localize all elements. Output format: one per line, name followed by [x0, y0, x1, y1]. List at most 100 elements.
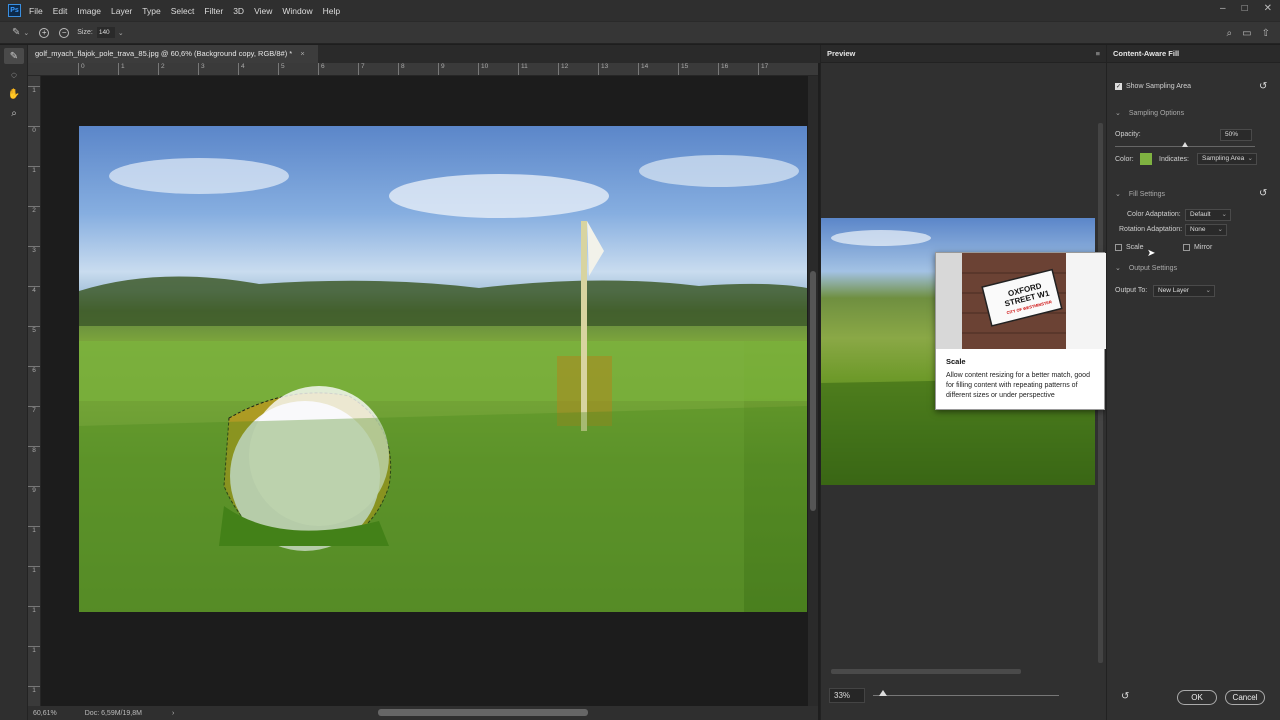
document-tab[interactable]: golf_myach_flajok_pole_trava_85.jpg @ 60… [28, 45, 318, 63]
preview-zoom-slider[interactable] [873, 695, 1059, 696]
scale-checkbox[interactable] [1115, 244, 1122, 251]
indicates-dropdown[interactable]: Sampling Area ⌄ [1197, 153, 1257, 165]
add-brush-mode-icon[interactable]: + [39, 27, 50, 38]
menu-layer[interactable]: Layer [111, 6, 132, 16]
opacity-slider-thumb[interactable] [1182, 142, 1188, 147]
menu-edit[interactable]: Edit [53, 6, 68, 16]
workspace-icon[interactable]: ▭ [1242, 28, 1251, 39]
preview-zoom-thumb[interactable] [879, 690, 887, 696]
indicates-value: Sampling Area [1202, 155, 1245, 162]
rotation-adaptation-dropdown[interactable]: None ⌄ [1185, 224, 1227, 236]
preview-horizontal-scrollbar[interactable] [831, 668, 1095, 676]
horizontal-ruler: 0 1 2 3 4 5 6 7 8 9 10 11 12 13 14 15 16… [28, 63, 818, 76]
mirror-row[interactable]: Mirror [1183, 244, 1212, 251]
show-sampling-area-label: Show Sampling Area [1126, 83, 1191, 90]
golf-scene-drawing [79, 155, 807, 612]
ok-button[interactable]: OK [1177, 690, 1217, 705]
scroll-thumb[interactable] [810, 271, 816, 511]
horizontal-scroll-thumb[interactable] [378, 709, 588, 716]
menu-type[interactable]: Type [142, 6, 160, 16]
menu-bar: Ps File Edit Image Layer Type Select Fil… [0, 0, 1280, 21]
menu-view[interactable]: View [254, 6, 272, 16]
output-to-value: New Layer [1158, 287, 1190, 294]
color-adaptation-dropdown[interactable]: Default ⌄ [1185, 209, 1231, 221]
ruler-tick: 1 [28, 646, 40, 654]
ruler-tick: 11 [518, 63, 528, 75]
cancel-button[interactable]: Cancel [1225, 690, 1265, 705]
ruler-tick: 4 [28, 286, 40, 294]
ruler-tick: 3 [28, 246, 40, 254]
vertical-ruler: 1 0 1 2 3 4 5 6 7 8 9 1 1 1 1 1 [28, 76, 41, 706]
output-to-dropdown[interactable]: New Layer ⌄ [1153, 285, 1215, 297]
output-to-label: Output To: [1115, 287, 1148, 294]
menu-help[interactable]: Help [323, 6, 340, 16]
close-icon[interactable]: ✕ [1264, 3, 1272, 14]
mirror-label: Mirror [1194, 244, 1213, 251]
brush-preset-icon[interactable]: ✎ [12, 27, 20, 38]
chevron-down-icon: ⌄ [1115, 265, 1121, 272]
search-icon[interactable]: ⌕ [1227, 28, 1233, 39]
ruler-tick: 0 [78, 63, 85, 75]
menu-window[interactable]: Window [282, 6, 312, 16]
fill-settings-label: Fill Settings [1128, 191, 1166, 198]
maximize-icon[interactable]: □ [1242, 3, 1248, 14]
reset-icon[interactable]: ↺ [1259, 81, 1267, 92]
scroll-thumb[interactable] [831, 669, 1021, 674]
sampling-options-label: Sampling Options [1128, 110, 1185, 117]
ruler-tick: 3 [198, 63, 205, 75]
ruler-tick: 8 [398, 63, 405, 75]
rotation-adaptation-label: Rotation Adaptation: [1119, 226, 1183, 233]
output-settings-header[interactable]: ⌄ Output Settings [1115, 264, 1177, 272]
size-dropdown-icon[interactable]: ⌄ [118, 29, 124, 37]
zoom-level[interactable]: 60,61% [33, 710, 57, 717]
ruler-tick: 7 [358, 63, 365, 75]
mirror-checkbox[interactable] [1183, 244, 1190, 251]
ruler-tick: 9 [28, 486, 40, 494]
subtract-brush-mode-icon[interactable]: − [59, 27, 70, 38]
reset-icon[interactable]: ↺ [1259, 188, 1267, 199]
panel-menu-icon[interactable]: ≡ [1096, 45, 1100, 63]
share-icon[interactable]: ⇧ [1262, 28, 1270, 39]
show-sampling-area-checkbox[interactable]: ✓ [1115, 83, 1122, 90]
overlay-color-swatch[interactable] [1140, 153, 1152, 165]
color-adaptation-value: Default [1190, 211, 1211, 218]
menu-image[interactable]: Image [77, 6, 101, 16]
lasso-icon[interactable]: ◌ [4, 67, 24, 83]
output-settings-label: Output Settings [1128, 265, 1178, 272]
preview-zoom-field[interactable]: 33% [829, 688, 865, 703]
scale-row[interactable]: Scale [1115, 244, 1144, 251]
options-bar: ✎ ⌄ + − Size: 140 ⌄ ⌕ ▭ ⇧ [0, 21, 1280, 44]
ruler-tick: 12 [558, 63, 568, 75]
ruler-tick: 1 [28, 86, 40, 94]
caf-header: Content-Aware Fill [1107, 45, 1280, 63]
sampling-options-header[interactable]: ⌄ Sampling Options [1115, 109, 1184, 117]
chevron-down-icon[interactable]: ⌄ [23, 29, 29, 37]
ruler-tick: 4 [238, 63, 245, 75]
rotation-adaptation-value: None [1190, 226, 1206, 233]
golf-photo[interactable] [79, 126, 807, 612]
menu-select[interactable]: Select [171, 6, 195, 16]
ruler-tick: 1 [118, 63, 125, 75]
ruler-tick: 2 [158, 63, 165, 75]
brush-icon[interactable]: ✎ [4, 48, 24, 64]
ruler-tick: 10 [478, 63, 488, 75]
size-field[interactable]: 140 [96, 27, 115, 38]
hand-icon[interactable]: ✋ [4, 86, 24, 102]
fill-settings-header[interactable]: ⌄ Fill Settings [1115, 190, 1165, 198]
canvas-vertical-scrollbar[interactable] [808, 76, 818, 706]
menu-file[interactable]: File [29, 6, 43, 16]
close-tab-icon[interactable]: × [300, 49, 304, 58]
show-sampling-area-row[interactable]: ✓ Show Sampling Area [1115, 83, 1191, 90]
status-menu-arrow[interactable]: › [172, 710, 174, 717]
document-canvas[interactable] [41, 76, 808, 706]
reset-all-icon[interactable]: ↺ [1121, 691, 1129, 702]
mouse-cursor-icon: ➤ [1147, 248, 1156, 259]
zoom-icon[interactable]: ⌕ [4, 105, 24, 121]
menu-filter[interactable]: Filter [204, 6, 223, 16]
opacity-field[interactable]: 50% [1220, 129, 1252, 141]
menu-3d[interactable]: 3D [233, 6, 244, 16]
minimize-icon[interactable]: – [1220, 3, 1226, 14]
ruler-tick: 1 [28, 526, 40, 534]
tooltip-illustration: OXFORD STREET W1 CITY OF WESTMINSTER [936, 253, 1106, 349]
tools-panel: ✎ ◌ ✋ ⌕ [0, 45, 28, 720]
